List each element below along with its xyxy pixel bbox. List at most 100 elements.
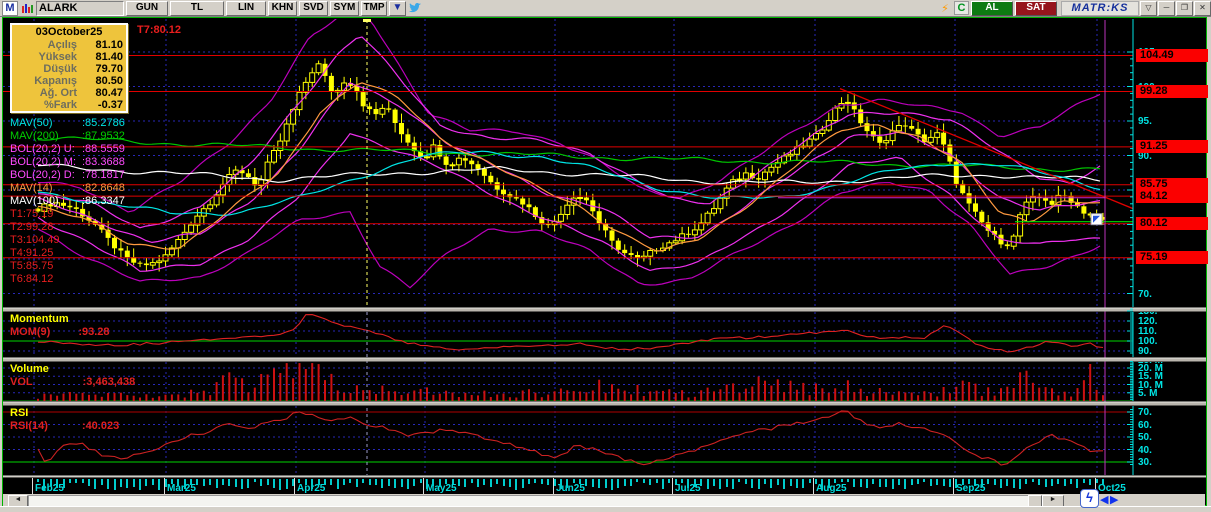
time-tick bbox=[700, 479, 702, 486]
time-tick bbox=[1019, 479, 1021, 489]
time-tick bbox=[490, 479, 492, 487]
time-tick bbox=[815, 479, 817, 484]
chart-scrollbar[interactable]: ◄ ► bbox=[3, 494, 1205, 506]
time-tick bbox=[598, 479, 600, 488]
indicator-legend: MAV(50):85.2786MAV(200):87.9532BOL(20,2)… bbox=[10, 117, 125, 286]
t-level-label: T2:99.28 bbox=[10, 221, 125, 234]
time-tick bbox=[994, 479, 996, 485]
time-tick bbox=[1064, 479, 1066, 486]
matriks-brand-icon[interactable]: ϟ bbox=[1080, 489, 1099, 508]
time-tick bbox=[649, 479, 651, 485]
time-tick bbox=[777, 479, 779, 485]
time-tick bbox=[1051, 479, 1053, 486]
time-tick bbox=[987, 479, 989, 484]
time-tick bbox=[554, 479, 556, 486]
time-tick bbox=[668, 479, 670, 483]
time-tick bbox=[1070, 479, 1072, 484]
time-tick bbox=[579, 479, 581, 484]
time-tick bbox=[534, 479, 536, 483]
matriks-window: M ALARK GUNTLLINKHNSVDSYMTMP ▼ ⚡ C AL SA… bbox=[0, 0, 1211, 512]
time-tick bbox=[643, 479, 645, 483]
time-tick bbox=[1083, 479, 1085, 483]
t7-level-label: T7:80.12 bbox=[137, 24, 181, 36]
time-tick bbox=[63, 479, 65, 488]
time-tick bbox=[388, 479, 390, 486]
info-row-label: Düşük bbox=[15, 63, 85, 75]
time-tick bbox=[917, 479, 919, 484]
time-tick bbox=[624, 479, 626, 486]
info-row-value: 80.50 bbox=[85, 75, 123, 87]
time-tick bbox=[509, 479, 511, 487]
momentum-title: Momentum bbox=[10, 313, 69, 325]
info-row: Düşük79.70 bbox=[12, 63, 126, 75]
indicator-label: MAV(100):86.3347 bbox=[10, 195, 125, 208]
info-row-label: Kapanış bbox=[15, 75, 85, 87]
time-tick bbox=[943, 479, 945, 486]
info-row-value: 81.10 bbox=[85, 39, 123, 51]
time-tick bbox=[413, 479, 415, 486]
rsi-axis[interactable]: 70.60.50.40.30. bbox=[1136, 406, 1208, 475]
time-tick bbox=[369, 479, 371, 485]
t-level-label: T6:84.12 bbox=[10, 273, 125, 286]
nav-left-icon[interactable]: ◀ bbox=[1100, 493, 1108, 506]
time-tick bbox=[260, 479, 262, 486]
time-tick bbox=[617, 479, 619, 488]
volume-axis[interactable]: 25. M20. M15. M10. M5. M bbox=[1136, 362, 1208, 401]
time-tick bbox=[464, 479, 466, 487]
time-tick bbox=[885, 479, 887, 487]
time-tick bbox=[407, 479, 409, 489]
info-row: Ağ. Ort80.47 bbox=[12, 87, 126, 99]
time-tick bbox=[949, 479, 951, 487]
momentum-axis[interactable]: 130.120.110.100.90. bbox=[1136, 312, 1208, 357]
time-tick bbox=[764, 479, 766, 484]
time-tick bbox=[165, 479, 167, 487]
time-tick bbox=[847, 479, 849, 482]
time-tick bbox=[349, 479, 351, 483]
axis-tick-label: 40. bbox=[1138, 445, 1152, 456]
time-tick bbox=[483, 479, 485, 485]
time-tick bbox=[286, 479, 288, 489]
axis-tick-label: 60. bbox=[1138, 420, 1152, 431]
time-tick bbox=[675, 479, 677, 485]
time-tick bbox=[515, 479, 517, 490]
time-tick bbox=[305, 479, 307, 485]
time-tick bbox=[203, 479, 205, 486]
info-box-date: 03October25 bbox=[12, 25, 126, 39]
time-tick bbox=[496, 479, 498, 484]
indicator-label: MAV(14):82.8648 bbox=[10, 182, 125, 195]
axis-tick-label: 95. bbox=[1138, 116, 1152, 127]
price-level-badge: 84.12 bbox=[1136, 190, 1208, 203]
month-separator bbox=[672, 478, 673, 494]
time-tick bbox=[292, 479, 294, 486]
time-tick bbox=[337, 479, 339, 489]
time-tick bbox=[101, 479, 103, 485]
time-tick bbox=[1057, 479, 1059, 484]
time-tick bbox=[879, 479, 881, 487]
time-tick bbox=[184, 479, 186, 489]
chart-canvas[interactable] bbox=[0, 0, 1211, 512]
time-tick bbox=[228, 479, 230, 486]
time-tick bbox=[394, 479, 396, 488]
time-tick bbox=[783, 479, 785, 489]
time-tick bbox=[541, 479, 543, 484]
time-tick bbox=[904, 479, 906, 489]
time-axis[interactable]: Feb25Mar25Apr25May25Jun25Jul25Aug25Sep25… bbox=[3, 478, 1205, 494]
time-tick bbox=[968, 479, 970, 484]
time-tick bbox=[267, 479, 269, 485]
time-tick bbox=[566, 479, 568, 488]
volume-title: Volume bbox=[10, 363, 49, 375]
time-tick bbox=[139, 479, 141, 490]
ohlc-info-box: 03October25 Açılış81.10Yüksek81.40Düşük7… bbox=[10, 23, 128, 113]
price-axis[interactable]: 105.100.95.90.85.80.75.70.104.4999.2891.… bbox=[1136, 19, 1208, 308]
time-tick bbox=[171, 479, 173, 484]
time-tick bbox=[687, 479, 689, 488]
time-tick bbox=[821, 479, 823, 490]
momentum-value: MOM(9):93.28 bbox=[10, 326, 110, 338]
time-tick bbox=[177, 479, 179, 486]
nav-right-icon[interactable]: ▶ bbox=[1110, 493, 1118, 506]
time-tick bbox=[611, 479, 613, 490]
frame-top bbox=[2, 17, 1207, 18]
time-tick bbox=[630, 479, 632, 486]
time-tick bbox=[713, 479, 715, 486]
price-level-badge: 104.49 bbox=[1136, 49, 1208, 62]
